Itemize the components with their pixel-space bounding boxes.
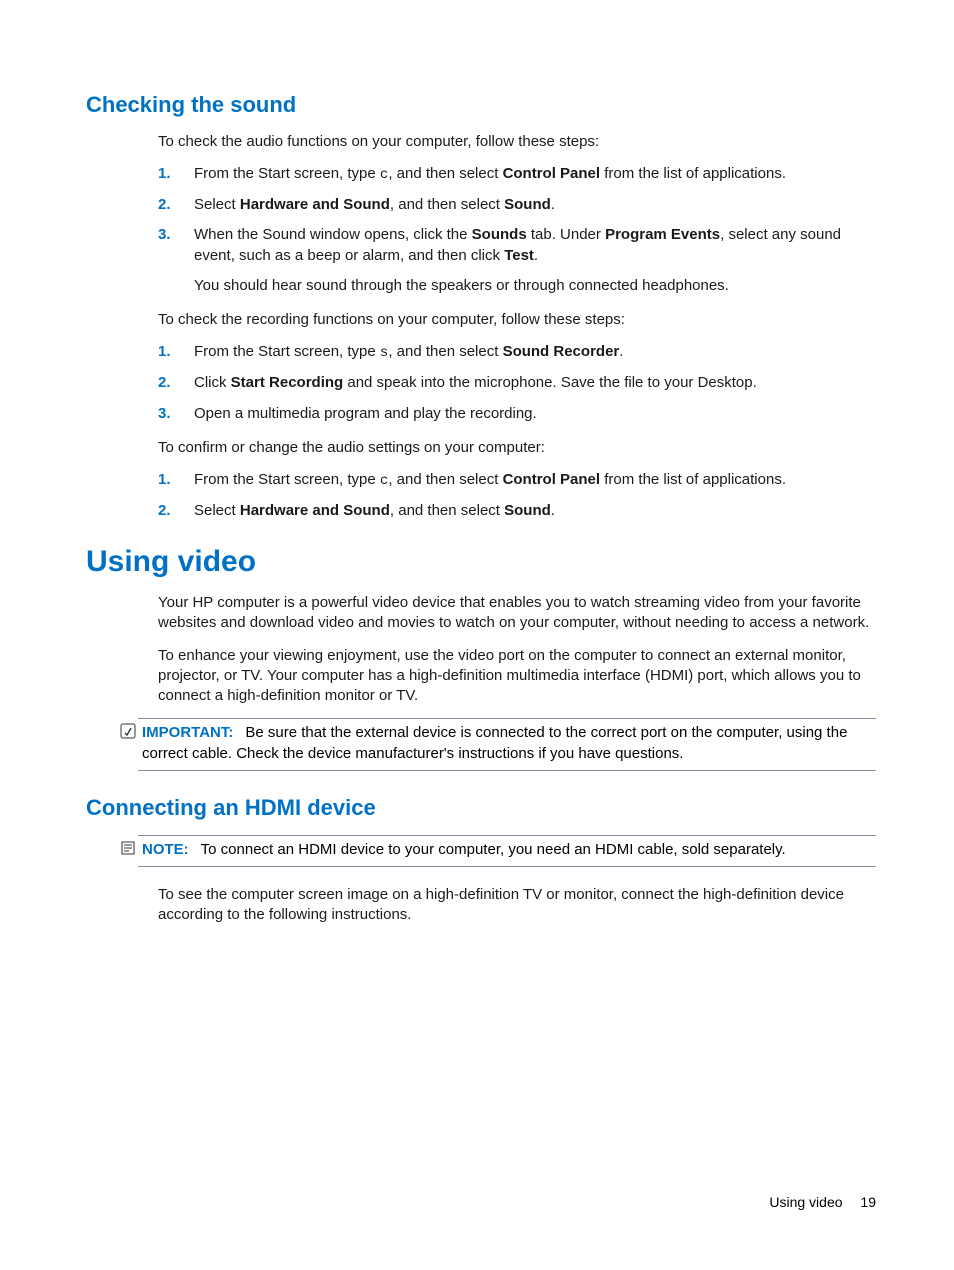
note-icon [120,840,136,856]
list-item: Open a multimedia program and play the r… [194,404,876,424]
note-callout: NOTE: To connect an HDMI device to your c… [138,835,876,867]
note-text: To connect an HDMI device to your comput… [201,841,786,858]
steps-list-2: From the Start screen, type s, and then … [158,342,876,423]
step-sub-text: You should hear sound through the speake… [194,276,876,296]
intro-text: To check the audio functions on your com… [158,132,876,152]
important-icon [120,723,136,739]
paragraph: Your HP computer is a powerful video dev… [158,593,876,634]
heading-checking-sound: Checking the sound [86,92,876,118]
list-item: Click Start Recording and speak into the… [194,373,876,393]
note-label: NOTE: [142,841,189,858]
important-text: Be sure that the external device is conn… [142,724,847,761]
list-item: Select Hardware and Sound, and then sele… [194,501,876,521]
paragraph: To see the computer screen image on a hi… [158,885,876,926]
steps-list-3: From the Start screen, type c, and then … [158,470,876,521]
intro-text: To check the recording functions on your… [158,310,876,330]
heading-using-video: Using video [86,545,876,579]
list-item: From the Start screen, type s, and then … [194,342,876,363]
page-number: 19 [860,1194,876,1210]
footer-section-title: Using video [769,1194,842,1210]
page-footer: Using video 19 [769,1194,876,1210]
list-item: When the Sound window opens, click the S… [194,225,876,296]
intro-text: To confirm or change the audio settings … [158,438,876,458]
body-block-3: To see the computer screen image on a hi… [158,885,876,926]
important-label: IMPORTANT: [142,724,233,741]
important-callout: IMPORTANT:Be sure that the external devi… [138,718,876,771]
list-item: From the Start screen, type c, and then … [194,470,876,491]
body-block-1: To check the audio functions on your com… [158,132,876,521]
heading-hdmi: Connecting an HDMI device [86,795,876,821]
list-item: From the Start screen, type c, and then … [194,164,876,185]
list-item: Select Hardware and Sound, and then sele… [194,195,876,215]
document-page: Checking the sound To check the audio fu… [0,0,954,1270]
steps-list-1: From the Start screen, type c, and then … [158,164,876,296]
body-block-2: Your HP computer is a powerful video dev… [158,593,876,706]
paragraph: To enhance your viewing enjoyment, use t… [158,646,876,707]
